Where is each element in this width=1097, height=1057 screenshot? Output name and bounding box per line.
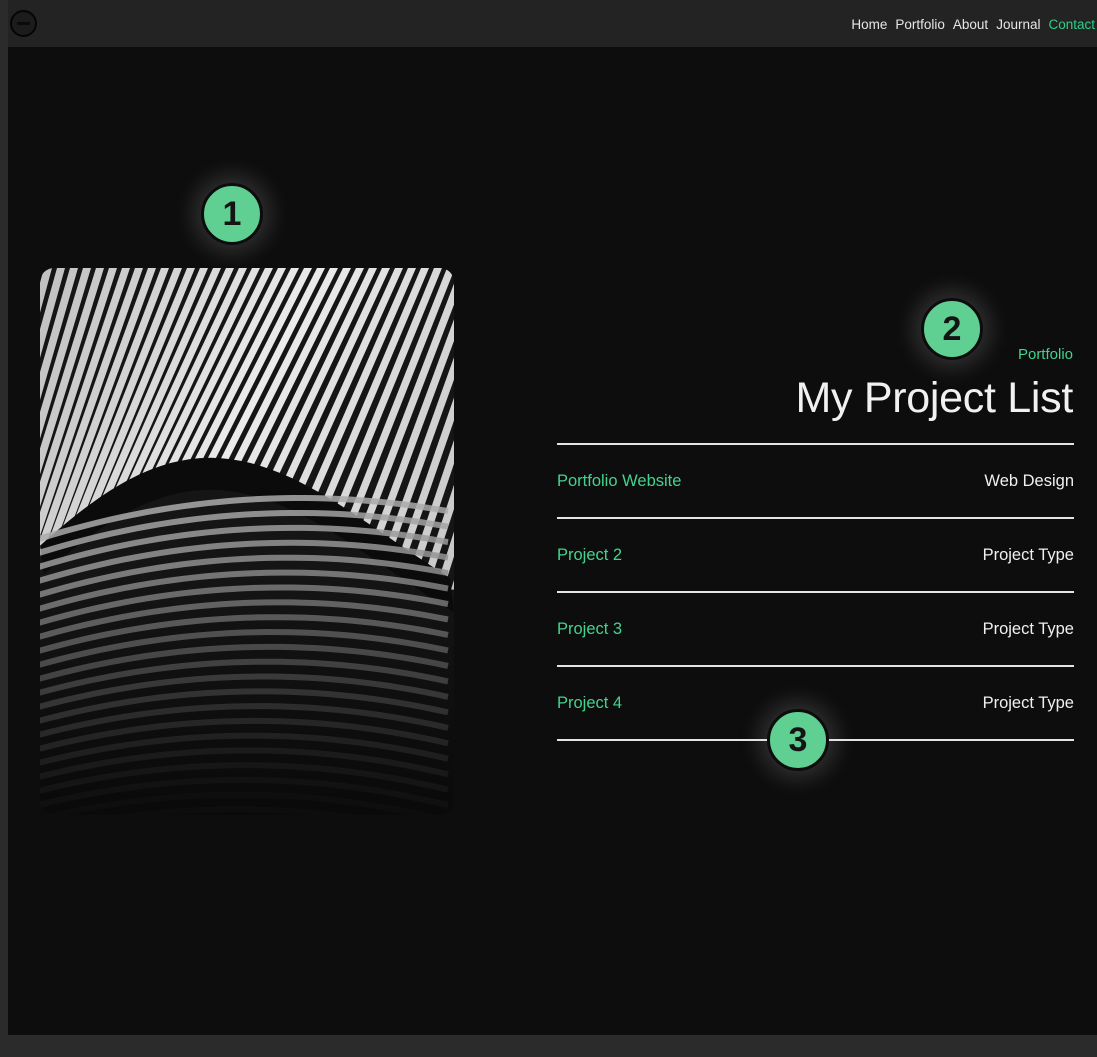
top-navbar: Home Portfolio About Journal Contact xyxy=(8,0,1097,47)
annotation-badge-2: 2 xyxy=(921,298,983,360)
project-type: Project Type xyxy=(982,619,1074,638)
nav-link-contact[interactable]: Contact xyxy=(1048,17,1095,32)
project-row-1[interactable]: Portfolio Website Web Design xyxy=(557,445,1074,517)
project-name[interactable]: Project 2 xyxy=(557,546,622,565)
main-nav: Home Portfolio About Journal Contact xyxy=(851,17,1095,32)
project-name[interactable]: Portfolio Website xyxy=(557,472,681,491)
project-row-2[interactable]: Project 2 Project Type xyxy=(557,519,1074,591)
architecture-photo xyxy=(40,268,454,815)
page-title: My Project List xyxy=(795,374,1074,422)
page-frame: Home Portfolio About Journal Contact Por… xyxy=(8,0,1097,1035)
annotation-badge-1: 1 xyxy=(201,183,263,245)
project-name[interactable]: Project 3 xyxy=(557,620,622,639)
nav-link-home[interactable]: Home xyxy=(851,17,887,32)
project-row-3[interactable]: Project 3 Project Type xyxy=(557,593,1074,665)
nav-link-about[interactable]: About xyxy=(953,17,988,32)
logo-mark xyxy=(17,22,30,25)
project-type: Web Design xyxy=(984,471,1074,490)
architecture-photo-graphic xyxy=(40,268,454,815)
project-list: Portfolio Website Web Design Project 2 P… xyxy=(557,443,1074,741)
project-name[interactable]: Project 4 xyxy=(557,694,622,713)
nav-link-journal[interactable]: Journal xyxy=(996,17,1040,32)
logo-icon[interactable] xyxy=(10,10,37,37)
project-type: Project Type xyxy=(982,693,1074,712)
annotation-badge-3: 3 xyxy=(767,709,829,771)
nav-link-portfolio[interactable]: Portfolio xyxy=(895,17,945,32)
project-type: Project Type xyxy=(982,545,1074,564)
section-eyebrow: Portfolio xyxy=(1017,346,1073,363)
